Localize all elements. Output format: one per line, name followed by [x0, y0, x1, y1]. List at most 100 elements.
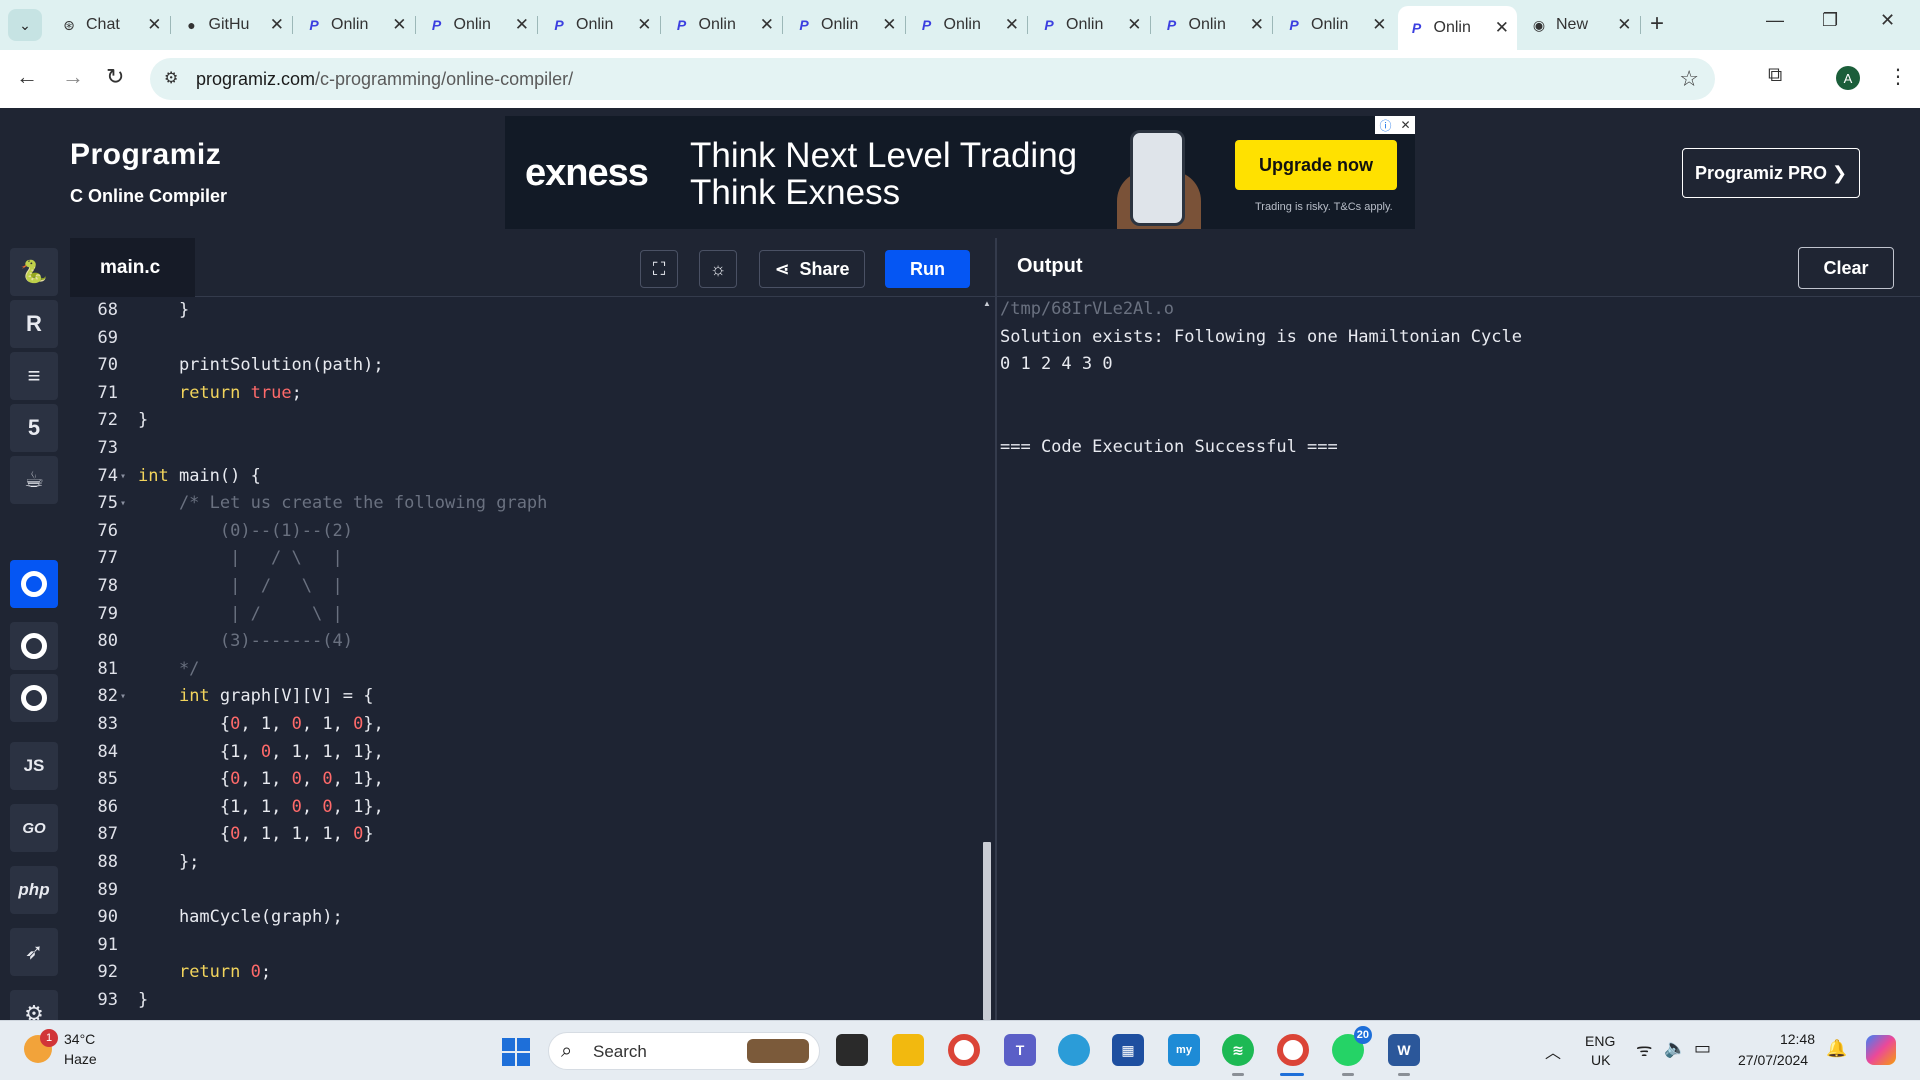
weather-temperature[interactable]: 34°C [64, 1031, 95, 1047]
close-tab-icon[interactable]: ✕ [637, 15, 651, 35]
c-icon[interactable] [10, 560, 58, 608]
code-line[interactable]: 69 [70, 325, 975, 352]
site-info-icon[interactable]: ⚙ [164, 68, 178, 88]
code-line[interactable]: 79 | / \ | [70, 601, 975, 628]
minimize-icon[interactable]: — [1766, 10, 1784, 31]
browser-tab[interactable]: ◉ New ✕ [1520, 8, 1641, 42]
chrome-profile-icon[interactable] [1277, 1034, 1309, 1066]
browser-tab[interactable]: P Onlin ✕ [418, 8, 538, 42]
close-tab-icon[interactable]: ✕ [392, 15, 406, 35]
close-tab-icon[interactable]: ✕ [1372, 15, 1386, 35]
new-tab-button[interactable]: + [1650, 10, 1664, 38]
mylio-icon[interactable]: my [1168, 1034, 1200, 1066]
restore-icon[interactable]: ❐ [1822, 10, 1838, 31]
windows-start-icon[interactable] [502, 1038, 530, 1066]
battery-icon[interactable]: ▭ [1694, 1038, 1711, 1059]
code-line[interactable]: 89 [70, 877, 975, 904]
code-line[interactable]: 71 return true; [70, 380, 975, 407]
code-line[interactable]: 83 {0, 1, 0, 1, 0}, [70, 711, 975, 738]
fullscreen-icon[interactable]: ⛶ [640, 250, 678, 288]
forward-icon[interactable]: → [62, 64, 84, 90]
code-line[interactable]: 93} [70, 987, 975, 1014]
teams-icon[interactable]: T [1004, 1034, 1036, 1066]
run-button[interactable]: Run [885, 250, 970, 288]
ad-cta-button[interactable]: Upgrade now [1235, 140, 1397, 190]
browser-tab[interactable]: P Onlin ✕ [663, 8, 783, 42]
browser-tab[interactable]: P Onlin ✕ [1153, 8, 1273, 42]
taskbar-search[interactable]: ⌕ Search [548, 1032, 820, 1070]
swift-icon[interactable]: ➶ [10, 928, 58, 976]
javascript-icon[interactable]: JS [10, 742, 58, 790]
code-line[interactable]: 88 }; [70, 849, 975, 876]
ad-banner[interactable]: exness Think Next Level Trading Think Ex… [505, 116, 1415, 229]
close-tab-icon[interactable]: ✕ [147, 15, 161, 35]
profile-avatar[interactable]: A [1836, 66, 1860, 90]
close-tab-icon[interactable]: ✕ [270, 15, 284, 35]
browser-tab[interactable]: P Onlin ✕ [1275, 8, 1395, 42]
browser-tab[interactable]: P Onlin ✕ [908, 8, 1028, 42]
browser-tab[interactable]: P Onlin ✕ [295, 8, 416, 42]
browser-tab[interactable]: P Onlin ✕ [540, 8, 661, 42]
editor-scrollbar-thumb[interactable] [983, 842, 991, 1020]
copilot-icon[interactable] [1866, 1035, 1896, 1065]
browser-tab[interactable]: P Onlin ✕ [1030, 8, 1151, 42]
code-line[interactable]: 80 (3)-------(4) [70, 628, 975, 655]
code-line[interactable]: 90 hamCycle(graph); [70, 904, 975, 931]
fold-arrow-icon[interactable]: ▾ [120, 463, 126, 490]
browser-tab[interactable]: ⊛ Chat ✕ [50, 8, 171, 42]
browser-tab[interactable]: P Onlin ✕ [785, 8, 906, 42]
wifi-icon[interactable]: ᯤ [1636, 1038, 1652, 1062]
programiz-logo[interactable]: Programiz [70, 138, 221, 172]
input-region[interactable]: UK [1591, 1052, 1610, 1068]
code-editor[interactable]: 68 } 69 70 printSolution(path); 71 return t… [70, 297, 995, 1020]
store-icon[interactable]: ▦ [1112, 1034, 1144, 1066]
task-view-icon[interactable] [836, 1034, 868, 1066]
share-button[interactable]: ⋖ Share [759, 250, 865, 288]
code-line[interactable]: 81 */ [70, 656, 975, 683]
sql-icon[interactable]: ≡ [10, 352, 58, 400]
extensions-icon[interactable]: ⧉ [1768, 64, 1782, 87]
bookmark-star-icon[interactable]: ☆ [1679, 66, 1699, 92]
code-line[interactable]: 86 {1, 1, 0, 0, 1}, [70, 794, 975, 821]
java-icon[interactable]: ☕ [10, 456, 58, 504]
code-line[interactable]: 92 return 0; [70, 959, 975, 986]
reload-icon[interactable]: ↻ [106, 64, 124, 90]
browser-tab[interactable]: ● GitHu ✕ [173, 8, 293, 42]
weather-condition[interactable]: Haze [64, 1051, 97, 1067]
code-line[interactable]: 78 | / \ | [70, 573, 975, 600]
clock-time[interactable]: 12:48 [1765, 1031, 1815, 1047]
code-line[interactable]: 87 {0, 1, 1, 1, 0} [70, 821, 975, 848]
fold-arrow-icon[interactable]: ▾ [120, 683, 126, 710]
word-icon[interactable]: W [1388, 1034, 1420, 1066]
notification-bell-icon[interactable]: 🔔 [1826, 1039, 1847, 1059]
close-tab-icon[interactable]: ✕ [1005, 15, 1019, 35]
code-line[interactable]: 75 ▾ /* Let us create the following graph [70, 490, 975, 517]
code-line[interactable]: 73 [70, 435, 975, 462]
code-line[interactable]: 76 (0)--(1)--(2) [70, 518, 975, 545]
tab-search-button[interactable]: ⌄ [8, 9, 42, 41]
csharp-icon[interactable] [10, 674, 58, 722]
clock-date[interactable]: 27/07/2024 [1738, 1052, 1808, 1068]
file-explorer-icon[interactable] [892, 1034, 924, 1066]
programiz-pro-button[interactable]: Programiz PRO ❯ [1682, 148, 1860, 198]
whatsapp-icon[interactable]: 20 [1332, 1026, 1372, 1066]
close-tab-icon[interactable]: ✕ [1127, 15, 1141, 35]
code-line[interactable]: 85 {0, 1, 0, 0, 1}, [70, 766, 975, 793]
rust-icon[interactable]: ⚙ [10, 990, 58, 1020]
close-tab-icon[interactable]: ✕ [1250, 15, 1264, 35]
show-hidden-icons-chevron-icon[interactable]: ︿ [1545, 1039, 1561, 1063]
clear-button[interactable]: Clear [1798, 247, 1894, 289]
edge-icon[interactable] [1058, 1034, 1090, 1066]
close-window-icon[interactable]: ✕ [1880, 10, 1895, 31]
code-line[interactable]: 70 printSolution(path); [70, 352, 975, 379]
close-tab-icon[interactable]: ✕ [1617, 15, 1631, 35]
input-language[interactable]: ENG [1585, 1033, 1615, 1049]
python-icon[interactable]: 🐍 [10, 248, 58, 296]
close-tab-icon[interactable]: ✕ [515, 15, 529, 35]
r-icon[interactable]: R [10, 300, 58, 348]
code-line[interactable]: 82 ▾ int graph[V][V] = { [70, 683, 975, 710]
back-icon[interactable]: ← [16, 64, 38, 90]
code-line[interactable]: 77 | / \ | [70, 545, 975, 572]
php-icon[interactable]: php [10, 866, 58, 914]
close-tab-icon[interactable]: ✕ [1495, 18, 1509, 38]
